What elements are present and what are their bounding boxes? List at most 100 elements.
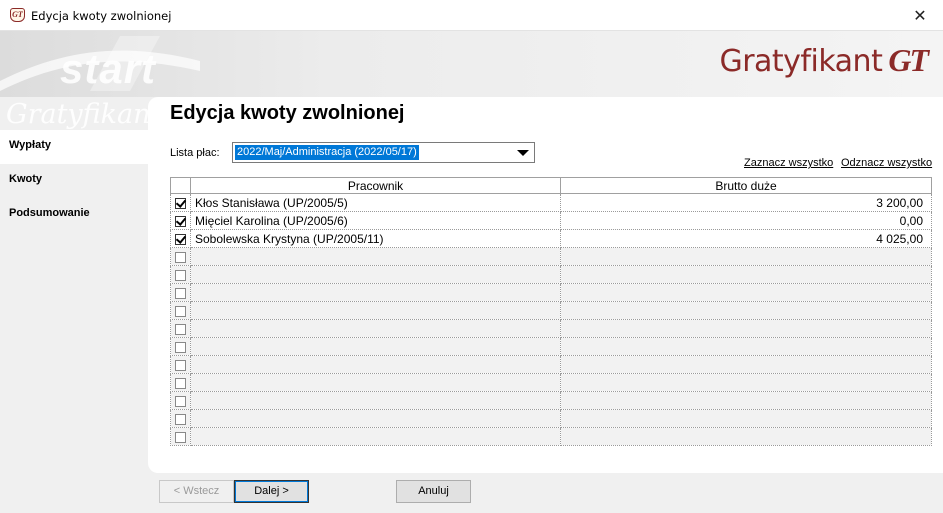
row-checkbox[interactable]	[175, 359, 186, 371]
checkbox-column-header	[170, 177, 191, 194]
empty-cell[interactable]	[190, 247, 561, 266]
empty-cell[interactable]	[560, 373, 932, 392]
row-checkbox-cell[interactable]	[170, 211, 191, 230]
row-checkbox[interactable]	[175, 341, 186, 353]
table-row[interactable]: Sobolewska Krystyna (UP/2005/11) 4 025,0…	[170, 229, 932, 248]
gross-amount-cell[interactable]: 0,00	[560, 211, 932, 230]
empty-cell[interactable]	[560, 427, 932, 446]
row-checkbox-cell[interactable]	[170, 193, 191, 212]
empty-table-row[interactable]	[170, 391, 932, 410]
empty-cell[interactable]	[190, 427, 561, 446]
main-panel: Edycja kwoty zwolnionej Lista płac: 2022…	[148, 97, 943, 473]
row-checkbox[interactable]	[175, 395, 186, 407]
empty-cell[interactable]	[190, 283, 561, 302]
empty-table-row[interactable]	[170, 283, 932, 302]
empty-cell[interactable]	[190, 373, 561, 392]
back-button[interactable]: < Wstecz	[159, 480, 234, 503]
empty-cell[interactable]	[560, 265, 932, 284]
empty-table-row[interactable]	[170, 427, 932, 446]
table-row[interactable]: Kłos Stanisława (UP/2005/5) 3 200,00	[170, 193, 932, 212]
empty-cell[interactable]	[190, 319, 561, 338]
gross-amount-cell[interactable]: 3 200,00	[560, 193, 932, 212]
brand-mark: GT	[888, 42, 929, 78]
row-checkbox-cell[interactable]	[170, 355, 191, 374]
row-checkbox-cell[interactable]	[170, 319, 191, 338]
row-checkbox-cell[interactable]	[170, 409, 191, 428]
empty-table-row[interactable]	[170, 337, 932, 356]
row-checkbox-cell[interactable]	[170, 391, 191, 410]
row-checkbox[interactable]	[175, 323, 186, 335]
close-window-button[interactable]: ✕	[897, 0, 943, 31]
title-bar: GT Edycja kwoty zwolnionej ✕	[0, 0, 943, 31]
table-row[interactable]: Mięciel Karolina (UP/2005/6) 0,00	[170, 211, 932, 230]
empty-cell[interactable]	[560, 337, 932, 356]
empty-cell[interactable]	[560, 355, 932, 374]
row-checkbox[interactable]	[175, 233, 186, 245]
sidebar-watermark: Gratyfikant	[6, 99, 162, 130]
empty-table-row[interactable]	[170, 265, 932, 284]
row-checkbox-cell[interactable]	[170, 373, 191, 392]
empty-cell[interactable]	[190, 301, 561, 320]
employee-name-cell[interactable]: Mięciel Karolina (UP/2005/6)	[190, 211, 561, 230]
step-label: Wypłaty	[9, 139, 51, 151]
row-checkbox[interactable]	[175, 431, 186, 443]
empty-cell[interactable]	[560, 283, 932, 302]
employee-name-cell[interactable]: Kłos Stanisława (UP/2005/5)	[190, 193, 561, 212]
gratyfikant-app-icon: GT	[10, 8, 25, 22]
chevron-down-icon[interactable]	[517, 150, 529, 156]
row-checkbox[interactable]	[175, 251, 186, 263]
empty-table-row[interactable]	[170, 409, 932, 428]
step-podsumowanie[interactable]: Podsumowanie	[0, 198, 148, 232]
banner-start-watermark: start	[60, 45, 157, 92]
empty-cell[interactable]	[190, 337, 561, 356]
row-checkbox[interactable]	[175, 413, 186, 425]
row-checkbox-cell[interactable]	[170, 427, 191, 446]
payroll-list-selected-value: 2022/Maj/Administracja (2022/05/17)	[235, 145, 419, 160]
row-checkbox-cell[interactable]	[170, 301, 191, 320]
empty-cell[interactable]	[560, 247, 932, 266]
row-checkbox[interactable]	[175, 287, 186, 299]
step-label: Podsumowanie	[9, 207, 90, 219]
cancel-button[interactable]: Anuluj	[396, 480, 471, 503]
row-checkbox[interactable]	[175, 269, 186, 281]
empty-table-row[interactable]	[170, 301, 932, 320]
employee-name-cell[interactable]: Sobolewska Krystyna (UP/2005/11)	[190, 229, 561, 248]
step-kwoty[interactable]: Kwoty	[0, 164, 148, 198]
select-all-link[interactable]: Zaznacz wszystko	[744, 157, 833, 169]
empty-table-row[interactable]	[170, 373, 932, 392]
deselect-all-link[interactable]: Odznacz wszystko	[841, 157, 932, 169]
window-title: Edycja kwoty zwolnionej	[31, 9, 172, 23]
brand-logo: Gratyfikant GT	[719, 42, 929, 79]
payroll-list-label: Lista płac:	[170, 147, 220, 159]
empty-cell[interactable]	[190, 265, 561, 284]
row-checkbox[interactable]	[175, 215, 186, 227]
gross-amount-cell[interactable]: 4 025,00	[560, 229, 932, 248]
next-button[interactable]: Dalej >	[234, 480, 309, 503]
row-checkbox-cell[interactable]	[170, 229, 191, 248]
empty-cell[interactable]	[190, 391, 561, 410]
header-banner: start Gratyfikant GT	[0, 31, 943, 97]
wizard-steps-sidebar: Gratyfikant Wypłaty Kwoty Podsumowanie	[0, 97, 161, 473]
empty-cell[interactable]	[560, 409, 932, 428]
row-checkbox[interactable]	[175, 197, 186, 209]
empty-table-row[interactable]	[170, 355, 932, 374]
row-checkbox-cell[interactable]	[170, 337, 191, 356]
empty-cell[interactable]	[190, 355, 561, 374]
row-checkbox-cell[interactable]	[170, 247, 191, 266]
column-header-employee[interactable]: Pracownik	[190, 177, 561, 194]
row-checkbox-cell[interactable]	[170, 283, 191, 302]
page-title: Edycja kwoty zwolnionej	[170, 102, 405, 124]
payroll-list-dropdown[interactable]: 2022/Maj/Administracja (2022/05/17)	[232, 142, 535, 163]
row-checkbox[interactable]	[175, 377, 186, 389]
empty-cell[interactable]	[560, 301, 932, 320]
row-checkbox-cell[interactable]	[170, 265, 191, 284]
empty-table-row[interactable]	[170, 247, 932, 266]
empty-cell[interactable]	[560, 391, 932, 410]
empty-cell[interactable]	[560, 319, 932, 338]
empty-table-row[interactable]	[170, 319, 932, 338]
table-header-row: Pracownik Brutto duże	[170, 177, 932, 194]
empty-cell[interactable]	[190, 409, 561, 428]
step-wyplaty[interactable]: Wypłaty	[0, 130, 148, 164]
row-checkbox[interactable]	[175, 305, 186, 317]
column-header-gross[interactable]: Brutto duże	[560, 177, 932, 194]
